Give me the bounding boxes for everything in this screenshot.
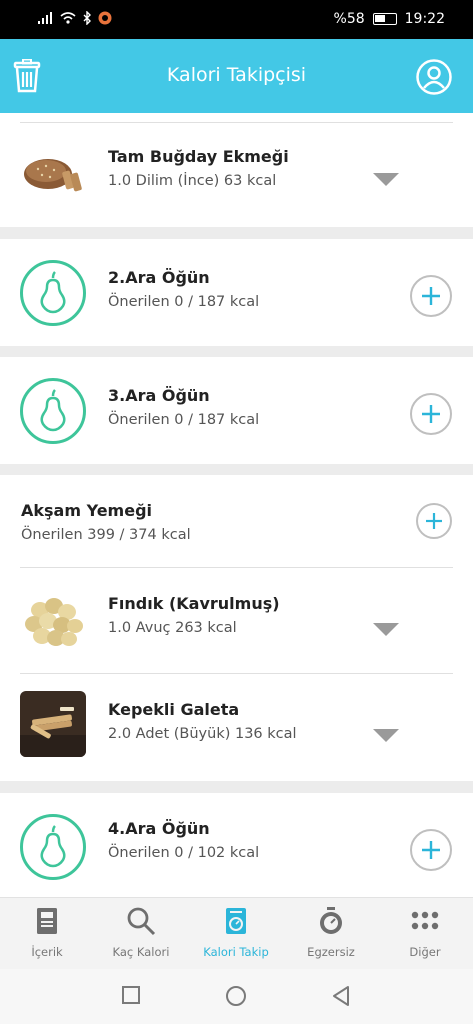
app-header: Kalori Takipçisi (0, 39, 473, 113)
meal-name: 2.Ara Öğün (108, 268, 210, 287)
recent-apps-icon[interactable] (121, 985, 141, 1005)
food-name: Tam Buğday Ekmeği (108, 147, 289, 166)
status-icons-right: %58 19:22 (334, 11, 445, 27)
add-food-button[interactable] (410, 393, 452, 435)
food-item-hazelnut[interactable]: Fındık (Kavrulmuş) 1.0 Avuç 263 kcal (0, 568, 473, 674)
pear-icon (20, 260, 86, 326)
snack-3-card: 3.Ara Öğün Önerilen 0 / 187 kcal (0, 357, 473, 464)
food-item-cracker[interactable]: Kepekli Galeta 2.0 Adet (Büyük) 136 kcal (0, 674, 473, 780)
cracker-thumbnail (20, 691, 86, 757)
user-profile-icon[interactable] (416, 59, 452, 95)
snack-4-card: 4.Ara Öğün Önerilen 0 / 102 kcal (0, 793, 473, 897)
system-navigation-bar (0, 969, 473, 1024)
battery-percent: %58 (333, 11, 365, 27)
plus-icon (422, 405, 440, 423)
food-item-bread[interactable]: Tam Buğday Ekmeği 1.0 Dilim (İnce) 63 kc… (0, 121, 473, 227)
scale-icon (226, 908, 246, 934)
food-detail: 2.0 Adet (Büyük) 136 kcal (108, 726, 297, 742)
battery-icon (372, 13, 397, 25)
book-icon (37, 908, 57, 934)
meal-name: 3.Ara Öğün (108, 386, 210, 405)
wifi-icon (60, 12, 76, 24)
status-bar: %58 19:22 (0, 0, 473, 39)
meal-calories: Önerilen 0 / 102 kcal (108, 845, 260, 861)
food-name: Kepekli Galeta (108, 700, 240, 719)
add-food-button[interactable] (410, 275, 452, 317)
pear-icon (20, 378, 86, 444)
bluetooth-icon (83, 11, 91, 25)
tab-label: Kaç Kalori (112, 945, 170, 959)
tab-kalori-takip[interactable]: Kalori Takip (189, 906, 283, 959)
expand-caret-icon[interactable] (373, 173, 399, 186)
back-icon[interactable] (331, 985, 351, 1007)
grid-dots-icon (411, 911, 439, 930)
plus-icon (422, 287, 440, 305)
bottom-tab-bar: İçerik Kaç Kalori Kalori Takip Egzersiz (0, 897, 473, 969)
plus-icon (422, 841, 440, 859)
tab-label: Egzersiz (307, 945, 355, 959)
food-name: Fındık (Kavrulmuş) (108, 594, 280, 613)
stopwatch-icon (320, 907, 342, 934)
tab-icerik[interactable]: İçerik (0, 906, 94, 959)
tab-label: Diğer (409, 945, 441, 959)
tab-kac-kalori[interactable]: Kaç Kalori (94, 906, 188, 959)
food-detail: 1.0 Dilim (İnce) 63 kcal (108, 173, 277, 189)
search-icon (127, 907, 156, 936)
meal-list[interactable]: Tam Buğday Ekmeği 1.0 Dilim (İnce) 63 kc… (0, 113, 473, 897)
clock: 19:22 (404, 11, 445, 27)
signal-icon (38, 12, 52, 24)
meal-calories: Önerilen 0 / 187 kcal (108, 412, 260, 428)
plus-icon (426, 513, 442, 529)
tab-label: İçerik (31, 945, 63, 959)
meal-name: 4.Ara Öğün (108, 819, 210, 838)
pear-icon (20, 814, 86, 880)
expand-caret-icon[interactable] (373, 623, 399, 636)
notification-icon (98, 11, 112, 25)
page-title: Kalori Takipçisi (166, 64, 307, 86)
expand-caret-icon[interactable] (373, 729, 399, 742)
snack-2-card: 2.Ara Öğün Önerilen 0 / 187 kcal (0, 239, 473, 346)
tab-diger[interactable]: Diğer (378, 906, 472, 959)
meal-calories: Önerilen 399 / 374 kcal (21, 527, 191, 543)
breakfast-card: Tam Buğday Ekmeği 1.0 Dilim (İnce) 63 kc… (0, 113, 473, 227)
home-icon[interactable] (225, 985, 247, 1007)
meal-name: Akşam Yemeği (21, 501, 153, 520)
bread-thumbnail (20, 141, 86, 207)
tab-egzersiz[interactable]: Egzersiz (284, 906, 378, 959)
food-detail: 1.0 Avuç 263 kcal (108, 620, 237, 636)
status-icons-left (38, 11, 112, 25)
add-food-button[interactable] (416, 503, 452, 539)
meal-calories: Önerilen 0 / 187 kcal (108, 294, 260, 310)
hazelnut-thumbnail (20, 588, 86, 654)
tab-label: Kalori Takip (203, 945, 269, 959)
add-food-button[interactable] (410, 829, 452, 871)
dinner-card: Akşam Yemeği Önerilen 399 / 374 kcal Fın… (0, 475, 473, 781)
